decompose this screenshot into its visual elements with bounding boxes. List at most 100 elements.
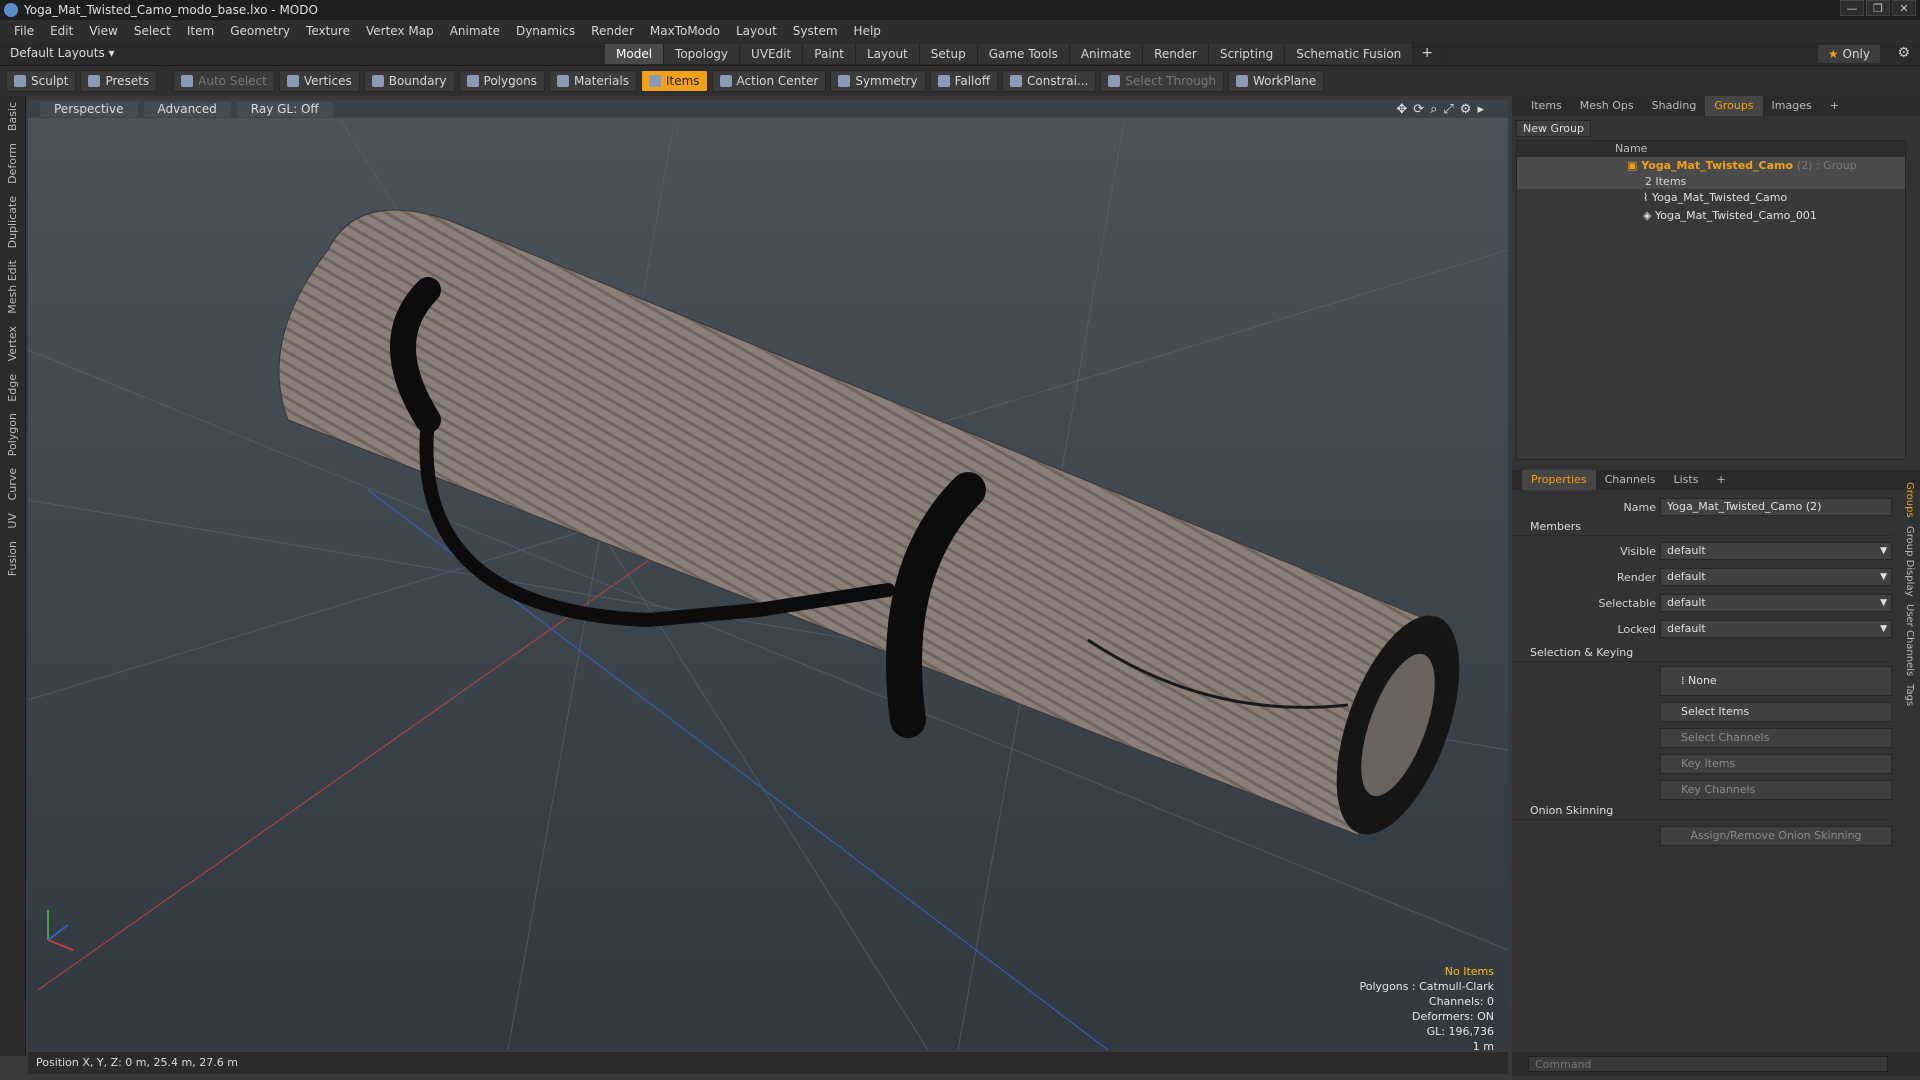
tool-tab-mesh-edit[interactable]: Mesh Edit bbox=[6, 254, 19, 320]
menu-item[interactable]: Item bbox=[179, 24, 222, 38]
default-layouts-dropdown[interactable]: Default Layouts ▾ bbox=[10, 46, 115, 60]
tab-animate[interactable]: Animate bbox=[1069, 44, 1144, 64]
tool-tab-curve[interactable]: Curve bbox=[6, 462, 19, 506]
tab-game-tools[interactable]: Game Tools bbox=[977, 44, 1070, 64]
tab-setup[interactable]: Setup bbox=[919, 44, 978, 64]
menu-geometry[interactable]: Geometry bbox=[222, 24, 298, 38]
tab-topology[interactable]: Topology bbox=[664, 44, 741, 64]
new-group-button[interactable]: New Group bbox=[1516, 120, 1591, 137]
tab-lists[interactable]: Lists bbox=[1665, 470, 1708, 490]
selectable-dropdown[interactable]: default ▼ bbox=[1660, 594, 1892, 612]
onion-skinning-section[interactable]: Onion Skinning bbox=[1512, 804, 1892, 820]
tool-tab-vertex[interactable]: Vertex bbox=[6, 320, 19, 367]
menu-layout[interactable]: Layout bbox=[728, 24, 785, 38]
tab-channels[interactable]: Channels bbox=[1596, 470, 1665, 490]
auto-select-button[interactable]: Auto Select bbox=[173, 70, 275, 92]
tab-uvedit[interactable]: UVEdit bbox=[740, 44, 804, 64]
command-input[interactable] bbox=[1528, 1056, 1888, 1072]
side-tab-user-channels[interactable]: User Channels bbox=[1904, 600, 1915, 680]
menu-select[interactable]: Select bbox=[126, 24, 179, 38]
tool-tab-polygon[interactable]: Polygon bbox=[6, 407, 19, 462]
tab-model[interactable]: Model bbox=[605, 44, 665, 64]
add-properties-tab-icon[interactable]: + bbox=[1707, 470, 1734, 490]
menu-view[interactable]: View bbox=[81, 24, 125, 38]
tab-shading[interactable]: Shading bbox=[1643, 96, 1706, 116]
minimize-icon[interactable]: — bbox=[1840, 0, 1864, 16]
symmetry-button[interactable]: Symmetry bbox=[830, 70, 926, 92]
tab-render[interactable]: Render bbox=[1143, 44, 1209, 64]
visible-dropdown[interactable]: default ▼ bbox=[1660, 542, 1892, 560]
raygl-toggle[interactable]: Ray GL: Off bbox=[236, 101, 333, 117]
side-tab-groups[interactable]: Groups bbox=[1904, 478, 1915, 522]
sculpt-button[interactable]: Sculpt bbox=[6, 70, 77, 92]
tree-item-mesh-001[interactable]: ◈ Yoga_Mat_Twisted_Camo_001 bbox=[1517, 207, 1905, 225]
onion-skinning-button[interactable]: Assign/Remove Onion Skinning bbox=[1660, 826, 1892, 846]
tool-tab-basic[interactable]: Basic bbox=[6, 96, 19, 137]
menu-system[interactable]: System bbox=[785, 24, 846, 38]
viewport-nav-icons[interactable]: ✥⟳⌕⤢⚙▸ bbox=[1396, 102, 1490, 117]
group-row[interactable]: ▣ Yoga_Mat_Twisted_Camo (2) : Group bbox=[1517, 157, 1905, 175]
3d-viewport[interactable]: Perspective Advanced Ray GL: Off ✥⟳⌕⤢⚙▸ … bbox=[28, 100, 1508, 1050]
menu-vertex-map[interactable]: Vertex Map bbox=[358, 24, 442, 38]
tab-groups[interactable]: Groups bbox=[1705, 96, 1763, 116]
select-channels-button[interactable]: Select Channels bbox=[1660, 728, 1892, 748]
select-through-button[interactable]: Select Through bbox=[1100, 70, 1224, 92]
tab-schematic-fusion[interactable]: Schematic Fusion bbox=[1285, 44, 1414, 64]
side-tab-tags[interactable]: Tags bbox=[1904, 680, 1915, 710]
menu-maxtomodo[interactable]: MaxToModo bbox=[642, 24, 728, 38]
groups-panel-tabs: Items Mesh Ops Shading Groups Images + bbox=[1512, 96, 1920, 116]
menu-help[interactable]: Help bbox=[846, 24, 889, 38]
name-label: Name bbox=[1623, 501, 1656, 514]
tab-paint[interactable]: Paint bbox=[803, 44, 856, 64]
key-channels-button[interactable]: Key Channels bbox=[1660, 780, 1892, 800]
none-button[interactable]: ⁞ None bbox=[1660, 666, 1892, 696]
constrain-icon bbox=[1010, 75, 1022, 87]
add-tab-icon[interactable]: + bbox=[1413, 44, 1443, 64]
vertices-button[interactable]: Vertices bbox=[278, 70, 360, 92]
items-button[interactable]: Items bbox=[640, 70, 708, 92]
members-section[interactable]: Members bbox=[1512, 520, 1892, 536]
tab-properties[interactable]: Properties bbox=[1522, 470, 1596, 490]
tool-tab-fusion[interactable]: Fusion bbox=[6, 535, 19, 582]
tool-tab-uv[interactable]: UV bbox=[6, 507, 19, 535]
menu-render[interactable]: Render bbox=[583, 24, 642, 38]
constrain-button[interactable]: Constrai... bbox=[1002, 70, 1097, 92]
tree-item-mesh[interactable]: ⌇ Yoga_Mat_Twisted_Camo bbox=[1517, 189, 1905, 207]
tab-items[interactable]: Items bbox=[1522, 96, 1571, 116]
gear-icon[interactable]: ⚙ bbox=[1897, 45, 1910, 61]
polygons-button[interactable]: Polygons bbox=[458, 70, 545, 92]
tab-mesh-ops[interactable]: Mesh Ops bbox=[1571, 96, 1643, 116]
falloff-button[interactable]: Falloff bbox=[929, 70, 998, 92]
action-center-button[interactable]: Action Center bbox=[711, 70, 827, 92]
menu-texture[interactable]: Texture bbox=[298, 24, 358, 38]
tool-tab-deform[interactable]: Deform bbox=[6, 137, 19, 190]
shading-dropdown[interactable]: Advanced bbox=[143, 101, 231, 117]
side-tab-group-display[interactable]: Group Display bbox=[1904, 522, 1915, 600]
tool-tab-edge[interactable]: Edge bbox=[6, 368, 19, 408]
boundary-button[interactable]: Boundary bbox=[363, 70, 455, 92]
only-toggle[interactable]: ★ Only bbox=[1817, 45, 1880, 63]
add-panel-tab-icon[interactable]: + bbox=[1821, 96, 1848, 116]
maximize-icon[interactable]: ❐ bbox=[1866, 0, 1890, 16]
menu-edit[interactable]: Edit bbox=[42, 24, 81, 38]
tab-scripting[interactable]: Scripting bbox=[1208, 44, 1286, 64]
name-column-header[interactable]: Name bbox=[1615, 142, 1647, 155]
select-items-button[interactable]: Select Items bbox=[1660, 702, 1892, 722]
menu-animate[interactable]: Animate bbox=[442, 24, 508, 38]
tab-images[interactable]: Images bbox=[1763, 96, 1821, 116]
workplane-button[interactable]: WorkPlane bbox=[1227, 70, 1325, 92]
menu-dynamics[interactable]: Dynamics bbox=[508, 24, 583, 38]
tab-layout[interactable]: Layout bbox=[855, 44, 920, 64]
menu-bar: File Edit View Select Item Geometry Text… bbox=[0, 20, 1920, 42]
name-field[interactable]: Yoga_Mat_Twisted_Camo (2) bbox=[1660, 498, 1892, 516]
perspective-dropdown[interactable]: Perspective bbox=[40, 101, 138, 117]
render-dropdown[interactable]: default ▼ bbox=[1660, 568, 1892, 586]
menu-file[interactable]: File bbox=[6, 24, 42, 38]
presets-button[interactable]: Presets bbox=[80, 70, 158, 92]
key-items-button[interactable]: Key Items bbox=[1660, 754, 1892, 774]
tool-tab-duplicate[interactable]: Duplicate bbox=[6, 190, 19, 254]
close-icon[interactable]: ✕ bbox=[1892, 0, 1916, 16]
selection-keying-section[interactable]: Selection & Keying bbox=[1512, 646, 1892, 662]
locked-dropdown[interactable]: default ▼ bbox=[1660, 620, 1892, 638]
materials-button[interactable]: Materials bbox=[548, 70, 637, 92]
